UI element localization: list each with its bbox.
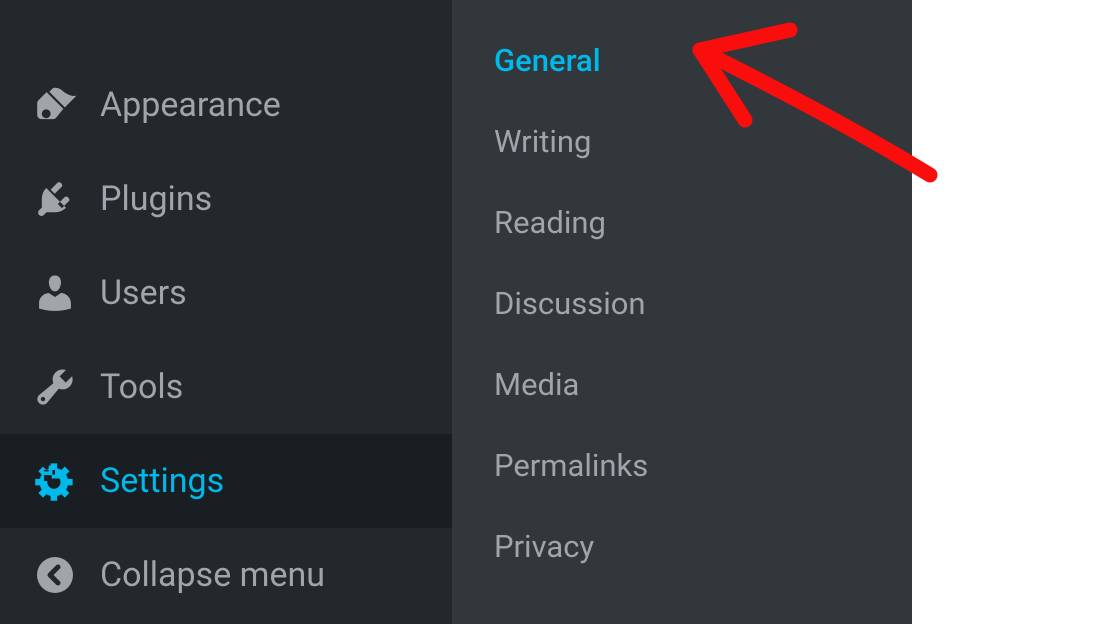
sidebar-item-plugins[interactable]: Plugins bbox=[0, 152, 452, 246]
admin-sidebar: Appearance Plugins Users Tools Settings … bbox=[0, 0, 452, 624]
collapse-menu-button[interactable]: Collapse menu bbox=[0, 528, 452, 622]
submenu-item-reading[interactable]: Reading bbox=[452, 182, 912, 263]
sidebar-item-users[interactable]: Users bbox=[0, 246, 452, 340]
submenu-item-permalinks[interactable]: Permalinks bbox=[452, 425, 912, 506]
sidebar-item-label: Tools bbox=[100, 367, 183, 407]
sidebar-item-label: Appearance bbox=[100, 85, 281, 125]
submenu-item-general[interactable]: General bbox=[452, 20, 912, 101]
sidebar-item-label: Plugins bbox=[100, 179, 212, 219]
sidebar-item-settings[interactable]: Settings bbox=[0, 434, 452, 528]
appearance-icon bbox=[30, 80, 80, 130]
collapse-icon bbox=[30, 550, 80, 600]
sidebar-item-label: Settings bbox=[100, 461, 224, 501]
submenu-item-privacy[interactable]: Privacy bbox=[452, 506, 912, 587]
tools-icon bbox=[30, 362, 80, 412]
submenu-item-media[interactable]: Media bbox=[452, 344, 912, 425]
sidebar-item-appearance[interactable]: Appearance bbox=[0, 58, 452, 152]
settings-icon bbox=[30, 456, 80, 506]
submenu-item-writing[interactable]: Writing bbox=[452, 101, 912, 182]
submenu-item-discussion[interactable]: Discussion bbox=[452, 263, 912, 344]
collapse-menu-label: Collapse menu bbox=[100, 555, 325, 595]
plugins-icon bbox=[30, 174, 80, 224]
sidebar-item-tools[interactable]: Tools bbox=[0, 340, 452, 434]
settings-submenu: General Writing Reading Discussion Media… bbox=[452, 0, 912, 624]
sidebar-item-label: Users bbox=[100, 273, 187, 313]
users-icon bbox=[30, 268, 80, 318]
